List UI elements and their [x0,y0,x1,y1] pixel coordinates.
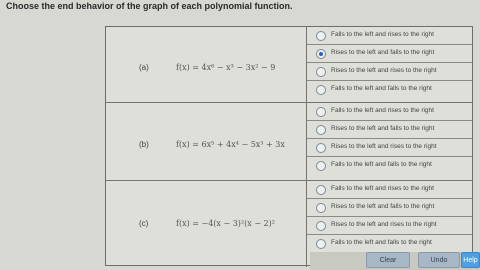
option-label: Falls to the left and rises to the right [331,31,434,38]
answer-option[interactable]: Rises to the left and rises to the right [307,63,472,81]
answer-option[interactable]: Rises to the left and rises to the right [307,217,472,235]
radio-button[interactable] [316,125,326,135]
polynomial-function: f(x) = −4(x − 3)²(x − 2)² [176,219,275,228]
option-label: Rises to the left and falls to the right [331,125,435,132]
question-a: (a) f(x) = 4x⁶ − x³ − 3x² − 9 Falls to t… [106,27,472,103]
answer-option[interactable]: Rises to the left and falls to the right [307,45,472,63]
question-label: (a) [139,63,149,72]
radio-button[interactable] [316,239,326,249]
answer-options: Falls to the left and rises to the right… [307,103,472,180]
answer-option[interactable]: Falls to the left and falls to the right [307,81,472,103]
option-label: Rises to the left and rises to the right [331,143,437,150]
answer-option[interactable]: Falls to the left and rises to the right [307,181,472,199]
answer-option[interactable]: Falls to the left and falls to the right [307,235,472,253]
radio-button[interactable] [316,107,326,117]
option-label: Rises to the left and rises to the right [331,221,437,228]
answer-option[interactable]: Falls to the left and rises to the right [307,103,472,121]
polynomial-function: f(x) = 4x⁶ − x³ − 3x² − 9 [176,63,276,72]
option-label: Falls to the left and falls to the right [331,161,432,168]
answer-option[interactable]: Rises to the left and falls to the right [307,199,472,217]
answer-option[interactable]: Rises to the left and rises to the right [307,139,472,157]
question-label: (c) [139,219,149,228]
radio-button[interactable] [316,143,326,153]
radio-button[interactable] [316,185,326,195]
question-label: (b) [139,140,149,149]
help-button[interactable]: Help [461,252,480,268]
option-label: Falls to the left and falls to the right [331,85,432,92]
radio-button[interactable] [316,203,326,213]
radio-button[interactable] [316,221,326,231]
answer-option[interactable]: Rises to the left and falls to the right [307,121,472,139]
option-label: Falls to the left and rises to the right [331,107,434,114]
radio-button[interactable] [316,67,326,77]
answer-option[interactable]: Falls to the left and falls to the right [307,157,472,181]
undo-button[interactable]: Undo [418,252,460,268]
question-b: (b) f(x) = 6x⁵ + 4x⁴ − 5x³ + 3x Falls to… [106,103,472,181]
clear-button[interactable]: Clear [366,252,410,268]
answer-option[interactable]: Falls to the left and rises to the right [307,27,472,45]
radio-button[interactable] [316,31,326,41]
radio-button[interactable] [316,85,326,95]
option-label: Rises to the left and rises to the right [331,67,437,74]
question-prompt: Choose the end behavior of the graph of … [6,1,293,11]
polynomial-function: f(x) = 6x⁵ + 4x⁴ − 5x³ + 3x [176,140,285,149]
option-label: Rises to the left and falls to the right [331,203,435,210]
answer-options: Falls to the left and rises to the right… [307,27,472,102]
option-label: Falls to the left and rises to the right [331,185,434,192]
radio-button[interactable] [316,161,326,171]
question-table: (a) f(x) = 4x⁶ − x³ − 3x² − 9 Falls to t… [105,26,473,267]
radio-button-selected[interactable] [316,49,326,59]
option-label: Falls to the left and falls to the right [331,239,432,246]
option-label: Rises to the left and falls to the right [331,49,435,56]
